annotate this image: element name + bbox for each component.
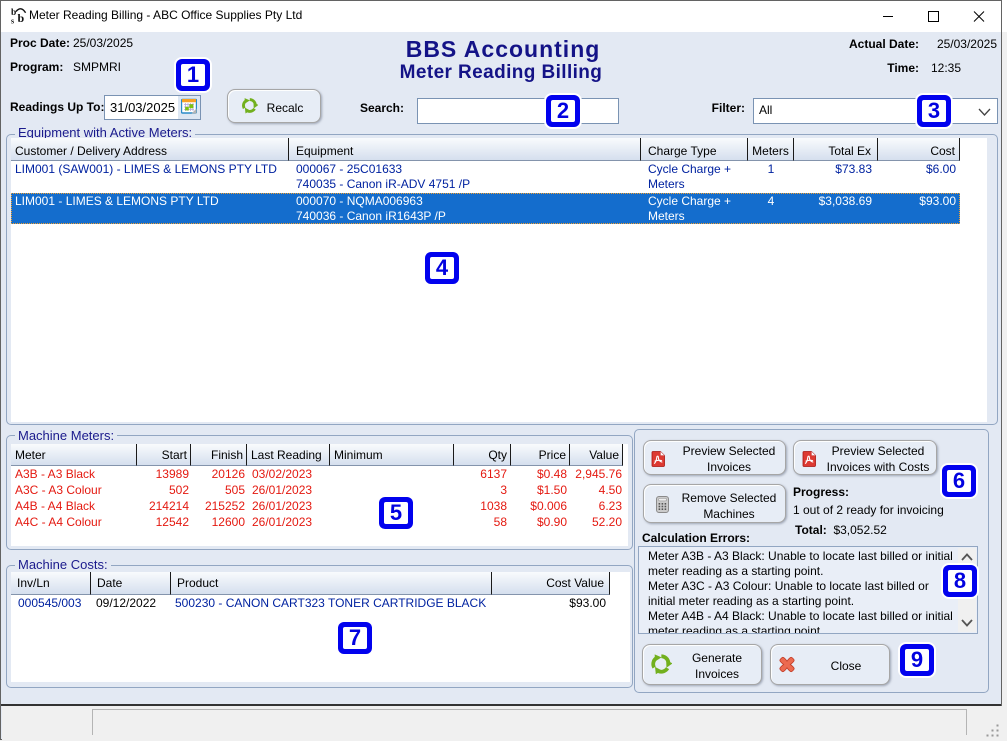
svg-text:s: s: [11, 17, 14, 25]
svg-text:b: b: [18, 11, 25, 24]
